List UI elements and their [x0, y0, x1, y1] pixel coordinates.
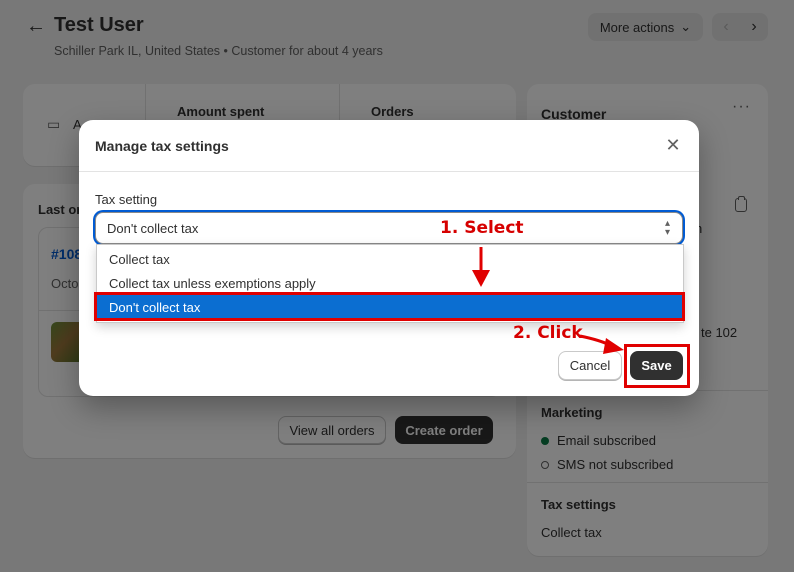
annotation-arrows — [472, 247, 624, 354]
arrow-down-icon — [472, 247, 490, 287]
arrow-right-icon — [579, 334, 624, 354]
